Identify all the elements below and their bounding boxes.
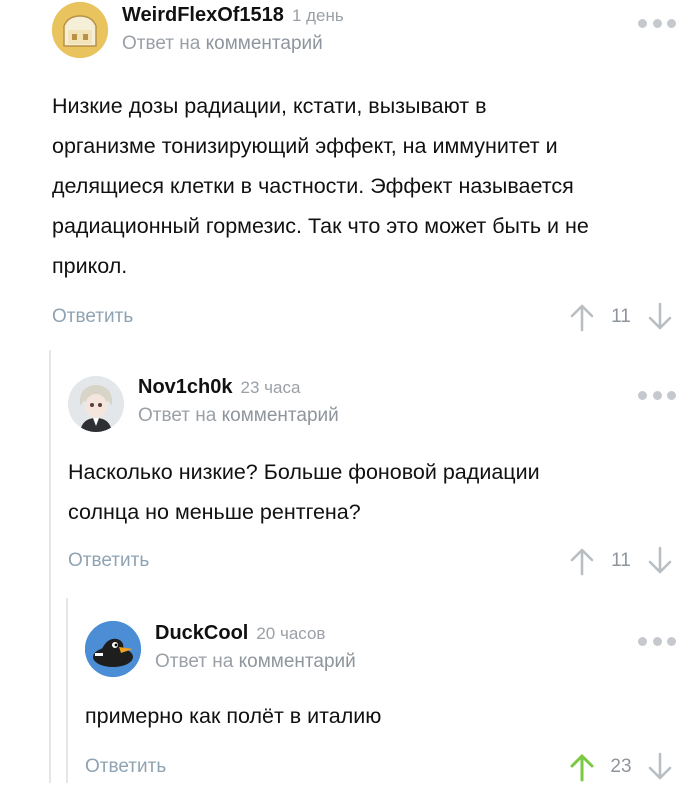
vote-controls: 11	[568, 546, 678, 576]
reply-to-link[interactable]: комментарий	[239, 651, 356, 672]
downvote-arrow-icon[interactable]	[646, 302, 674, 332]
thread-line-level-2	[66, 598, 68, 783]
vote-controls: 23	[568, 752, 678, 782]
more-options-icon[interactable]	[638, 636, 676, 646]
reply-to-prefix: Ответ на	[155, 651, 234, 672]
sandwich-avatar-icon	[52, 2, 108, 58]
username-text[interactable]: DuckCool	[155, 622, 248, 644]
reply-to-prefix: Ответ на	[138, 405, 217, 426]
anime-character-avatar-icon	[68, 376, 124, 432]
comment-header: WeirdFlexOf1518 1 день Ответ на комментар…	[52, 0, 700, 60]
reply-to-link[interactable]: комментарий	[206, 33, 323, 54]
upvote-arrow-icon[interactable]	[568, 546, 596, 576]
timestamp: 1 день	[291, 6, 344, 25]
comment-header: DuckCool 20 часов Ответ на комментарий	[85, 618, 700, 678]
reply-button[interactable]: Ответить	[52, 306, 133, 328]
more-options-icon[interactable]	[638, 18, 676, 28]
username[interactable]: DuckCool 20 часов	[155, 622, 325, 645]
username[interactable]: Nov1ch0k 23 часа	[138, 376, 300, 399]
reply-to-line: Ответ на комментарий	[155, 651, 356, 673]
upvote-arrow-icon[interactable]	[568, 752, 596, 782]
comment-nov1ch0k: Nov1ch0k 23 часа Ответ на комментарий Нас…	[68, 372, 700, 576]
username[interactable]: WeirdFlexOf1518 1 день	[122, 4, 344, 27]
avatar[interactable]	[85, 621, 141, 677]
more-options-icon[interactable]	[638, 390, 676, 400]
username-text[interactable]: WeirdFlexOf1518	[122, 4, 284, 26]
username-text[interactable]: Nov1ch0k	[138, 376, 233, 398]
timestamp: 23 часа	[240, 378, 301, 397]
reply-to-line: Ответ на комментарий	[122, 33, 323, 55]
vote-controls: 11	[568, 302, 678, 332]
vote-score: 11	[611, 550, 631, 571]
comment-text: Насколько низкие? Больше фоновой радиаци…	[68, 460, 540, 524]
comment-weirdflex: WeirdFlexOf1518 1 день Ответ на комментар…	[52, 0, 700, 340]
comment-header: Nov1ch0k 23 часа Ответ на комментарий	[68, 372, 700, 432]
reply-to-line: Ответ на комментарий	[138, 405, 339, 427]
downvote-arrow-icon[interactable]	[646, 752, 674, 782]
duck-avatar-icon	[85, 621, 141, 677]
avatar[interactable]	[68, 376, 124, 432]
reply-to-link[interactable]: комментарий	[222, 405, 339, 426]
comment-text: Низкие дозы радиации, кстати, вызывают в…	[52, 94, 589, 278]
comment-text: примерно как полёт в италию	[85, 704, 382, 728]
vote-score: 11	[611, 306, 631, 327]
reply-button[interactable]: Ответить	[85, 756, 166, 778]
vote-score: 23	[610, 756, 632, 777]
avatar[interactable]	[52, 2, 108, 58]
reply-button[interactable]: Ответить	[68, 550, 149, 572]
comment-duckcool: DuckCool 20 часов Ответ на комментарий пр…	[85, 618, 700, 783]
upvote-arrow-icon[interactable]	[568, 302, 596, 332]
reply-to-prefix: Ответ на	[122, 33, 201, 54]
downvote-arrow-icon[interactable]	[646, 546, 674, 576]
timestamp: 20 часов	[256, 624, 326, 643]
thread-line-level-1	[49, 350, 51, 783]
